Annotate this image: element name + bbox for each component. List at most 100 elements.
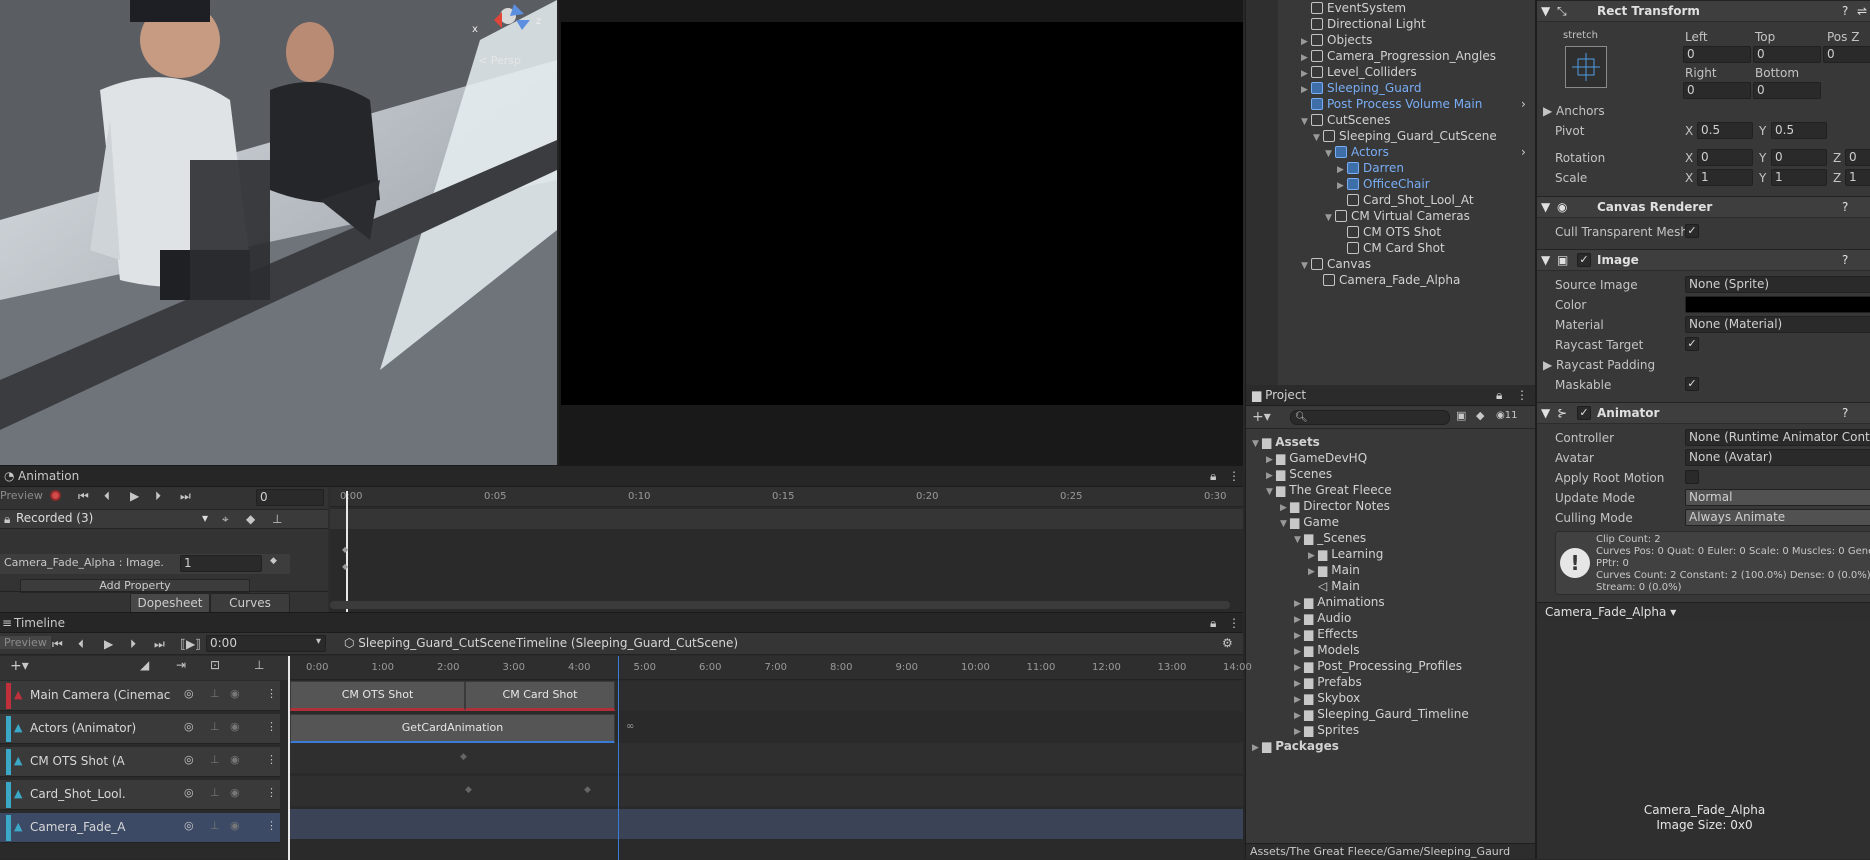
- hierarchy-item[interactable]: Post Process Volume Main: [1301, 96, 1482, 112]
- mute-icon[interactable]: ◉: [230, 720, 240, 733]
- help-icon[interactable]: ?: [1842, 403, 1848, 424]
- lock-icon[interactable]: ⊥: [210, 819, 220, 832]
- kebab-menu-icon[interactable]: ⋮: [1228, 466, 1240, 486]
- bottom-field[interactable]: 0: [1753, 82, 1821, 99]
- project-item[interactable]: ▶ ▆ Animations: [1294, 594, 1385, 610]
- kebab-menu-icon[interactable]: ⋮: [266, 753, 277, 766]
- clip-get-card-animation[interactable]: GetCardAnimation: [290, 714, 615, 744]
- hierarchy-item[interactable]: ▶ OfficeChair: [1337, 176, 1430, 192]
- timeline-tab[interactable]: Timeline: [14, 613, 65, 633]
- track-target-icon[interactable]: ◎: [184, 687, 194, 700]
- animation-tab[interactable]: Animation: [18, 466, 79, 486]
- timeline-track[interactable]: ▲ Actors (Animator) ◎ ⊥ ◉ ⋮: [0, 714, 280, 744]
- project-item[interactable]: ▶ ▆ Effects: [1294, 626, 1358, 642]
- project-item[interactable]: ◁ Main: [1308, 578, 1360, 594]
- project-item[interactable]: ▼ ▆ Assets: [1252, 434, 1320, 450]
- pin-icon[interactable]: ⊥: [254, 658, 264, 672]
- frame-field[interactable]: 0: [256, 489, 324, 506]
- animator-enabled-checkbox[interactable]: ✓: [1577, 406, 1591, 420]
- lock-icon[interactable]: 🔒︎: [4, 512, 10, 527]
- preview-object-dropdown[interactable]: Camera_Fade_Alpha ▾: [1545, 605, 1676, 619]
- mute-icon[interactable]: ◉: [230, 753, 240, 766]
- controller-field[interactable]: None (Runtime Animator Controll: [1685, 429, 1870, 446]
- hierarchy-item[interactable]: ▶ Level_Colliders: [1301, 64, 1417, 80]
- clip-dropdown[interactable]: Recorded (3) ▾: [16, 511, 212, 528]
- hierarchy-item[interactable]: Directional Light: [1301, 16, 1426, 32]
- hierarchy-item[interactable]: ▼ Canvas: [1301, 256, 1371, 272]
- image-header[interactable]: ▼ ▣ ✓ Image ?: [1537, 249, 1870, 271]
- first-key-button[interactable]: ⏮: [78, 487, 89, 505]
- kebab-menu-icon[interactable]: ⋮: [266, 786, 277, 799]
- gear-icon[interactable]: ⚙: [1222, 636, 1233, 650]
- mute-icon[interactable]: ◉: [230, 687, 240, 700]
- hierarchy-item[interactable]: CM Card Shot: [1337, 240, 1445, 256]
- foldout-arrow-icon[interactable]: ▼: [1325, 146, 1335, 162]
- project-item[interactable]: ▶ ▆ Sprites: [1294, 722, 1359, 738]
- project-item[interactable]: ▼ ▆ _Scenes: [1294, 530, 1366, 546]
- property-value-field[interactable]: 1: [180, 555, 262, 572]
- last-key-button[interactable]: ⏭: [180, 487, 191, 505]
- goto-start-button[interactable]: ⏮: [52, 635, 63, 653]
- lock-icon[interactable]: 🔒︎: [1210, 613, 1216, 633]
- help-icon[interactable]: ?: [1842, 197, 1848, 218]
- project-item[interactable]: ▶ ▆ Audio: [1294, 610, 1351, 626]
- foldout-arrow-icon[interactable]: ▼: [1325, 210, 1335, 226]
- project-item[interactable]: ▶ ▆ Scenes: [1266, 466, 1332, 482]
- project-item[interactable]: ▶ ▆ Learning: [1308, 546, 1383, 562]
- time-format-dropdown[interactable]: ▾: [316, 636, 321, 647]
- keyframe-diamond[interactable]: ◆: [465, 785, 472, 795]
- hierarchy-item[interactable]: ▼ Sleeping_Guard_CutScene: [1313, 128, 1497, 144]
- hierarchy-item[interactable]: CM OTS Shot: [1337, 224, 1441, 240]
- scene-view[interactable]: x z < Persp: [0, 0, 557, 465]
- lock-icon[interactable]: ⊥: [210, 720, 220, 733]
- rect-transform-header[interactable]: ▼ ⤡ Rect Transform ? ⇌: [1537, 0, 1870, 22]
- foldout-arrow-icon[interactable]: ▼: [1280, 516, 1290, 532]
- curves-tab[interactable]: Curves: [210, 593, 290, 613]
- play-button[interactable]: ▶: [104, 635, 113, 653]
- avatar-field[interactable]: None (Avatar): [1685, 449, 1870, 466]
- project-item[interactable]: ▶ ▆ Director Notes: [1280, 498, 1390, 514]
- canvas-renderer-header[interactable]: ▼ ◉ Canvas Renderer ?: [1537, 196, 1870, 218]
- add-track-icon[interactable]: +▾: [10, 658, 29, 674]
- animator-header[interactable]: ▼ ⊱ ✓ Animator ?: [1537, 402, 1870, 424]
- track-target-icon[interactable]: ◎: [184, 720, 194, 733]
- hierarchy-item[interactable]: Camera_Fade_Alpha: [1313, 272, 1460, 288]
- project-item[interactable]: ▼ ▆ The Great Fleece: [1266, 482, 1392, 498]
- hierarchy-item[interactable]: EventSystem: [1301, 0, 1406, 16]
- hierarchy-item[interactable]: ▼ CM Virtual Cameras: [1325, 208, 1470, 224]
- image-enabled-checkbox[interactable]: ✓: [1577, 253, 1591, 267]
- project-item[interactable]: ▼ ▆ Game: [1280, 514, 1339, 530]
- rotation-x-field[interactable]: 0: [1697, 149, 1753, 166]
- foldout-arrow-icon[interactable]: ▼: [1541, 197, 1550, 218]
- culling-mode-dropdown[interactable]: Always Animate: [1685, 509, 1870, 526]
- dopesheet-area[interactable]: 0:00 0:05 0:10 0:15 0:20 0:25 0:30 ◆ ◆: [330, 487, 1243, 613]
- help-icon[interactable]: ?: [1842, 250, 1848, 271]
- timeline-track[interactable]: ▲ CM OTS Shot (A ◎ ⊥ ◉ ⋮: [0, 747, 280, 777]
- lock-icon[interactable]: 🔒︎: [1210, 466, 1216, 486]
- hierarchy-item[interactable]: ▶ Sleeping_Guard: [1301, 80, 1422, 96]
- hierarchy-item[interactable]: ▶ Objects: [1301, 32, 1372, 48]
- timeline-track[interactable]: ▲ Main Camera (Cinemac ◎ ⊥ ◉ ⋮: [0, 681, 280, 711]
- foldout-arrow-icon[interactable]: ▼: [1313, 130, 1323, 146]
- hierarchy-item[interactable]: ▶ Camera_Progression_Angles: [1301, 48, 1496, 64]
- lock-icon[interactable]: ⊥: [210, 786, 220, 799]
- project-item[interactable]: ▶ ▆ Models: [1294, 642, 1360, 658]
- project-item[interactable]: ▶ ▆ Sleeping_Gaurd_Timeline: [1294, 706, 1469, 722]
- settings-icon[interactable]: ⇌: [1857, 1, 1867, 22]
- hidden-count-icon[interactable]: ◉11: [1496, 410, 1517, 421]
- posz-field[interactable]: 0: [1823, 46, 1870, 63]
- timeline-preview-toggle[interactable]: Preview: [0, 636, 51, 649]
- lock-icon[interactable]: 🔒︎: [1496, 385, 1502, 406]
- foldout-arrow-icon[interactable]: ▼: [1252, 436, 1262, 452]
- hierarchy-item[interactable]: ▶ Darren: [1337, 160, 1404, 176]
- kebab-menu-icon[interactable]: ⋮: [1516, 385, 1528, 406]
- raycast-target-checkbox[interactable]: ✓: [1685, 337, 1699, 351]
- add-keyframe-icon[interactable]: ◆: [246, 510, 255, 528]
- keyframe-diamond[interactable]: ◆: [342, 562, 348, 571]
- mute-icon[interactable]: ◉: [230, 819, 240, 832]
- goto-end-button[interactable]: ⏭: [154, 635, 165, 653]
- prev-frame-button[interactable]: ⏴: [78, 635, 84, 653]
- kebab-menu-icon[interactable]: ⋮: [1228, 613, 1240, 633]
- keyframe-diamond[interactable]: ◆: [460, 752, 467, 762]
- chevron-right-icon[interactable]: ›: [1521, 96, 1526, 112]
